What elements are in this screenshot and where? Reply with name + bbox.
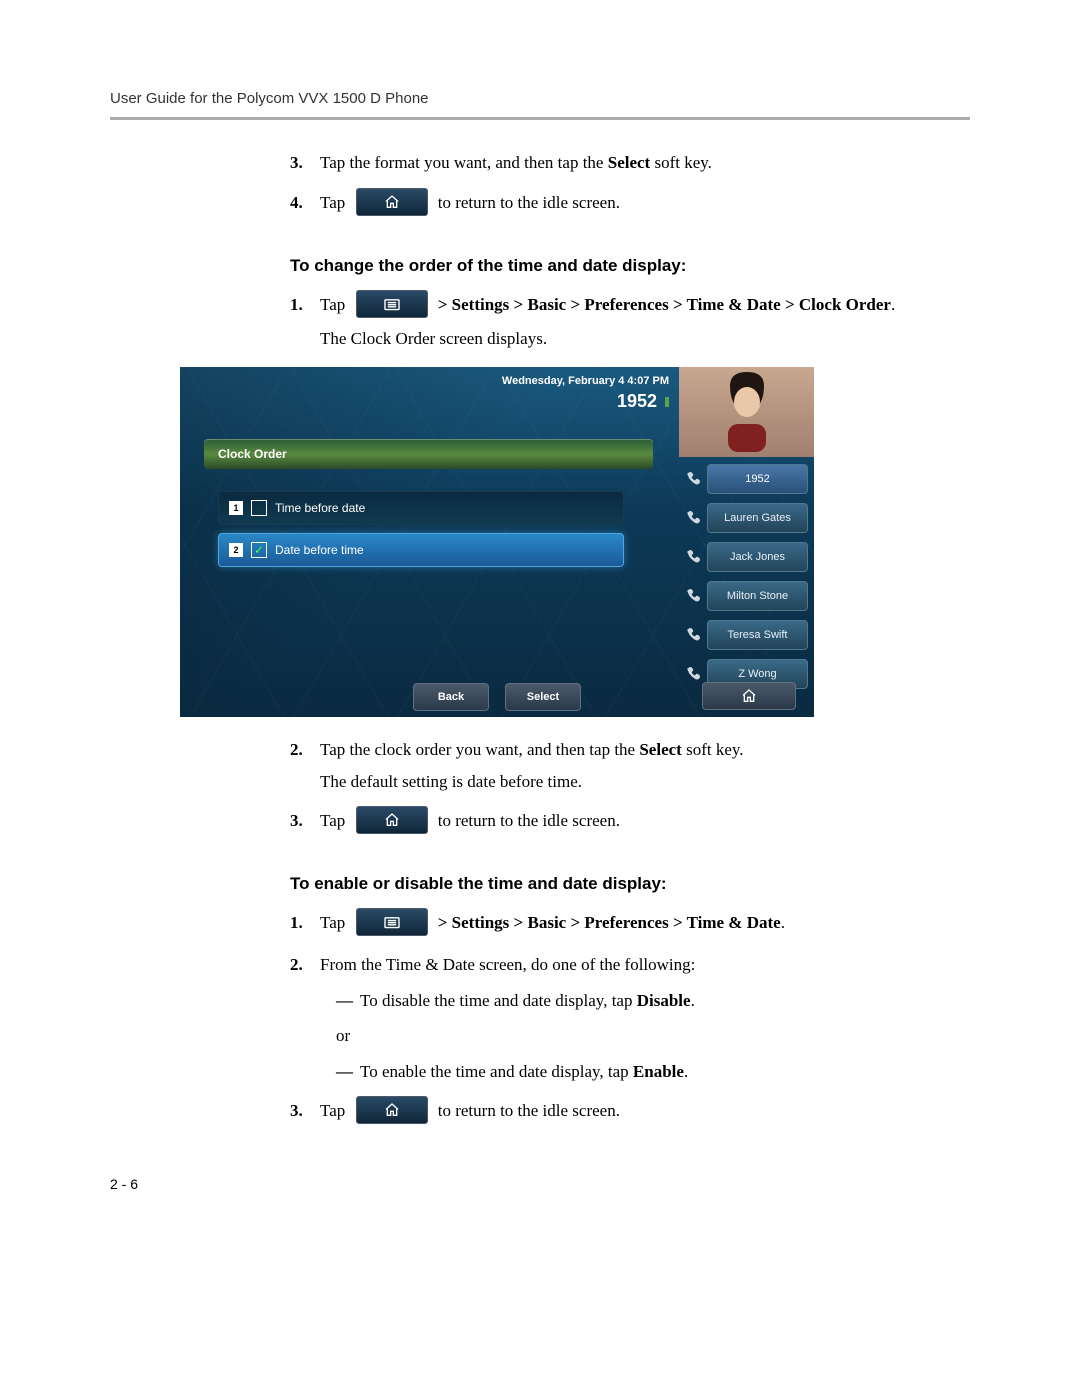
- option-date-before-time[interactable]: 2 ✓ Date before time: [218, 533, 624, 567]
- handset-icon: [679, 510, 707, 526]
- contact-entry[interactable]: Jack Jones: [679, 540, 814, 574]
- step-text: From the Time & Date screen, do one of t…: [320, 955, 695, 974]
- menu-softkey-icon: [356, 290, 428, 318]
- contact-label: Milton Stone: [707, 581, 808, 611]
- step-text: .: [684, 1062, 688, 1081]
- step-text: Tap: [320, 295, 350, 314]
- step-text: soft key.: [682, 740, 744, 759]
- step-text: to return to the idle screen.: [438, 193, 620, 212]
- option-time-before-date[interactable]: 1 Time before date: [218, 491, 624, 525]
- step-text: Tap the format you want, and then tap th…: [320, 153, 608, 172]
- step-3: 3. Tap the format you want, and then tap…: [290, 150, 940, 176]
- step-text: .: [691, 991, 695, 1010]
- softkey-select[interactable]: Select: [505, 683, 581, 711]
- step-number: 4.: [290, 190, 303, 216]
- step-4: 4. Tap to return to the idle screen.: [290, 190, 940, 218]
- step-number: 2.: [290, 952, 303, 978]
- phone-screenshot: Wednesday, February 4 4:07 PM 1952 Clock…: [180, 367, 814, 717]
- home-softkey-icon: [356, 806, 428, 834]
- section-heading-enable-disable: To enable or disable the time and date d…: [290, 874, 940, 894]
- contact-entry[interactable]: 1952: [679, 462, 814, 496]
- handset-icon: [679, 588, 707, 604]
- option-number: 1: [229, 501, 243, 515]
- contact-entry[interactable]: Lauren Gates: [679, 501, 814, 535]
- step-text: Tap: [320, 913, 350, 932]
- step-number: 3.: [290, 808, 303, 834]
- dash-icon: —: [336, 988, 353, 1014]
- bold-enable: Enable: [633, 1062, 684, 1081]
- handset-icon: [679, 627, 707, 643]
- contacts-panel: 1952 Lauren Gates Jack Jones Milton Ston…: [679, 457, 814, 691]
- datetime-label: Wednesday, February 4 4:07 PM: [502, 375, 669, 387]
- step-subtext: The default setting is date before time.: [320, 769, 940, 795]
- contact-label: Jack Jones: [707, 542, 808, 572]
- step-number: 3.: [290, 150, 303, 176]
- step-text: soft key.: [650, 153, 712, 172]
- step-subtext: The Clock Order screen displays.: [320, 326, 940, 352]
- step-1: 1. Tap > Settings > Basic > Preferences …: [290, 910, 940, 938]
- softkey-home[interactable]: [702, 682, 796, 710]
- step-text: To enable the time and date display, tap: [360, 1062, 633, 1081]
- step-3: 3. Tap to return to the idle screen.: [290, 808, 940, 836]
- softkey-back[interactable]: Back: [413, 683, 489, 711]
- step-text: .: [781, 913, 785, 932]
- menu-softkey-icon: [356, 908, 428, 936]
- extension-label: 1952: [617, 391, 669, 412]
- option-checkbox-icon: ✓: [251, 542, 267, 558]
- screen-title: Clock Order: [204, 439, 653, 469]
- sub-option-enable: — To enable the time and date display, t…: [320, 1059, 940, 1085]
- option-number: 2: [229, 543, 243, 557]
- handset-icon: [679, 549, 707, 565]
- step-text: to return to the idle screen.: [438, 811, 620, 830]
- option-label: Time before date: [275, 501, 365, 515]
- step-text: To disable the time and date display, ta…: [360, 991, 637, 1010]
- step-number: 3.: [290, 1098, 303, 1124]
- step-text: Tap the clock order you want, and then t…: [320, 740, 639, 759]
- step-text: Tap: [320, 193, 350, 212]
- contact-label: 1952: [707, 464, 808, 494]
- user-avatar: [679, 367, 814, 457]
- page-number: 2 - 6: [110, 1176, 970, 1192]
- nav-path: > Settings > Basic > Preferences > Time …: [438, 295, 891, 314]
- handset-icon: [679, 471, 707, 487]
- nav-path: > Settings > Basic > Preferences > Time …: [438, 913, 781, 932]
- contact-label: Lauren Gates: [707, 503, 808, 533]
- step-number: 2.: [290, 737, 303, 763]
- contact-entry[interactable]: Teresa Swift: [679, 618, 814, 652]
- step-1: 1. Tap > Settings > Basic > Preferences …: [290, 292, 940, 352]
- home-softkey-icon: [356, 1096, 428, 1124]
- bold-select: Select: [639, 740, 681, 759]
- contact-entry[interactable]: Milton Stone: [679, 579, 814, 613]
- option-label: Date before time: [275, 543, 364, 557]
- or-separator: or: [320, 1023, 940, 1049]
- page-header: User Guide for the Polycom VVX 1500 D Ph…: [110, 90, 970, 120]
- step-3: 3. Tap to return to the idle screen.: [290, 1098, 940, 1126]
- home-softkey-icon: [356, 188, 428, 216]
- step-text: to return to the idle screen.: [438, 1101, 620, 1120]
- step-number: 1.: [290, 910, 303, 936]
- bold-disable: Disable: [637, 991, 691, 1010]
- step-number: 1.: [290, 292, 303, 318]
- step-text: Tap: [320, 1101, 350, 1120]
- presence-indicator-icon: [665, 397, 669, 407]
- step-2: 2. Tap the clock order you want, and the…: [290, 737, 940, 794]
- contact-label: Teresa Swift: [707, 620, 808, 650]
- step-text: .: [891, 295, 895, 314]
- sub-option-disable: — To disable the time and date display, …: [320, 988, 940, 1014]
- step-text: Tap: [320, 811, 350, 830]
- bold-select: Select: [608, 153, 650, 172]
- section-heading-change-order: To change the order of the time and date…: [290, 256, 940, 276]
- dash-icon: —: [336, 1059, 353, 1085]
- step-2: 2. From the Time & Date screen, do one o…: [290, 952, 940, 1084]
- option-checkbox-icon: [251, 500, 267, 516]
